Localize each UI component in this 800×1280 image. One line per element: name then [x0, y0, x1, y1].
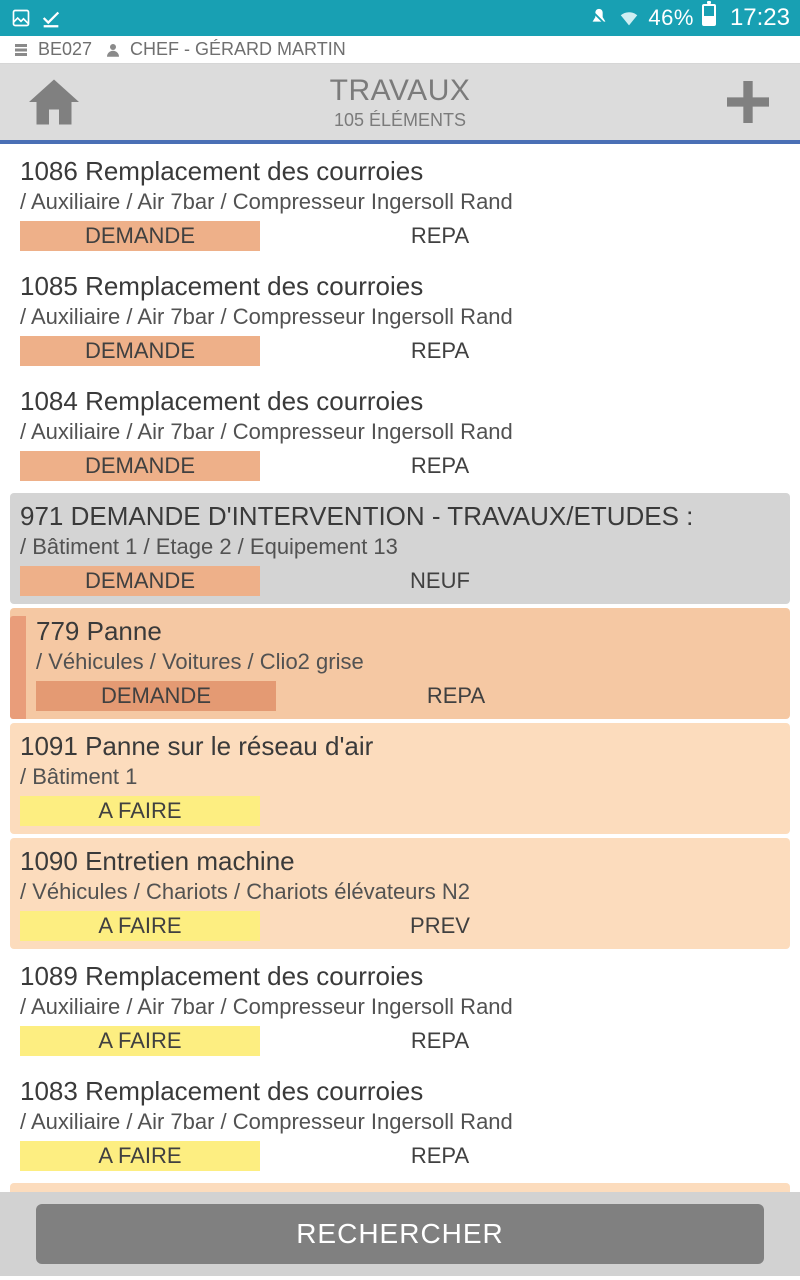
status-badge: A FAIRE — [20, 1141, 260, 1171]
add-button[interactable] — [720, 74, 776, 130]
status-badge: DEMANDE — [20, 221, 260, 251]
row-title: 1089 Remplacement des courroies — [20, 961, 782, 992]
row-title: 779 Panne — [36, 616, 782, 647]
search-button[interactable]: RECHERCHER — [36, 1204, 764, 1264]
row-title: 1083 Remplacement des courroies — [20, 1076, 782, 1107]
type-badge: REPA — [320, 451, 560, 481]
work-list[interactable]: 1086 Remplacement des courroies/ Auxilia… — [0, 144, 800, 1192]
list-row[interactable]: 1091 Panne sur le réseau d'air/ Bâtiment… — [10, 723, 790, 834]
user-icon — [104, 41, 122, 59]
status-badge: A FAIRE — [20, 911, 260, 941]
status-badge: A FAIRE — [20, 1026, 260, 1056]
battery-percent: 46% — [648, 5, 694, 31]
image-icon — [10, 7, 32, 29]
status-badge: DEMANDE — [20, 336, 260, 366]
priority-bar — [10, 616, 26, 719]
row-path: / Bâtiment 1 — [20, 764, 782, 790]
page-title: TRAVAUX — [0, 74, 800, 108]
footer: RECHERCHER — [0, 1192, 800, 1276]
list-row[interactable]: 1083 Remplacement des courroies/ Auxilia… — [10, 1068, 790, 1179]
list-row[interactable]: 1089 Remplacement des courroies/ Auxilia… — [10, 953, 790, 1064]
row-path: / Bâtiment 1 / Etage 2 / Equipement 13 — [20, 534, 782, 560]
type-badge: REPA — [336, 681, 576, 711]
row-path: / Auxiliaire / Air 7bar / Compresseur In… — [20, 419, 782, 445]
mute-icon — [588, 7, 610, 29]
row-path: / Auxiliaire / Air 7bar / Compresseur In… — [20, 994, 782, 1020]
wifi-icon — [618, 7, 640, 29]
battery-icon — [702, 4, 716, 32]
row-title: 1086 Remplacement des courroies — [20, 156, 782, 187]
list-row[interactable]: 1080 Vérification périodique du chauffe … — [10, 1183, 790, 1192]
home-button[interactable] — [24, 72, 84, 132]
list-row[interactable]: 1085 Remplacement des courroies/ Auxilia… — [10, 263, 790, 374]
user-name: CHEF - GÉRARD MARTIN — [130, 39, 346, 60]
row-title: 1090 Entretien machine — [20, 846, 782, 877]
row-title: 1080 Vérification périodique du chauffe … — [20, 1191, 782, 1192]
row-path: / Auxiliaire / Air 7bar / Compresseur In… — [20, 1109, 782, 1135]
row-title: 1085 Remplacement des courroies — [20, 271, 782, 302]
status-badge: DEMANDE — [36, 681, 276, 711]
row-path: / Véhicules / Chariots / Chariots élévat… — [20, 879, 782, 905]
list-row[interactable]: 1090 Entretien machine/ Véhicules / Char… — [10, 838, 790, 949]
type-badge: NEUF — [320, 566, 560, 596]
type-badge: REPA — [320, 1026, 560, 1056]
row-path: / Auxiliaire / Air 7bar / Compresseur In… — [20, 304, 782, 330]
check-underline-icon — [40, 7, 62, 29]
row-title: 1084 Remplacement des courroies — [20, 386, 782, 417]
type-badge: PREV — [320, 911, 560, 941]
page-subtitle: 105 ÉLÉMENTS — [0, 110, 800, 131]
type-badge: REPA — [320, 1141, 560, 1171]
status-badge: DEMANDE — [20, 451, 260, 481]
type-badge — [320, 796, 560, 826]
row-path: / Auxiliaire / Air 7bar / Compresseur In… — [20, 189, 782, 215]
list-row[interactable]: 779 Panne/ Véhicules / Voitures / Clio2 … — [10, 608, 790, 719]
org-icon — [12, 41, 30, 59]
type-badge: REPA — [320, 221, 560, 251]
org-code: BE027 — [38, 39, 92, 60]
row-path: / Véhicules / Voitures / Clio2 grise — [36, 649, 782, 675]
list-row[interactable]: 1086 Remplacement des courroies/ Auxilia… — [10, 148, 790, 259]
row-title: 971 DEMANDE D'INTERVENTION - TRAVAUX/ETU… — [20, 501, 782, 532]
status-badge: DEMANDE — [20, 566, 260, 596]
list-row[interactable]: 1084 Remplacement des courroies/ Auxilia… — [10, 378, 790, 489]
type-badge: REPA — [320, 336, 560, 366]
identity-strip: BE027 CHEF - GÉRARD MARTIN — [0, 36, 800, 64]
clock: 17:23 — [730, 4, 790, 32]
android-statusbar: 46% 17:23 — [0, 0, 800, 36]
page-header: TRAVAUX 105 ÉLÉMENTS — [0, 64, 800, 144]
list-row[interactable]: 971 DEMANDE D'INTERVENTION - TRAVAUX/ETU… — [10, 493, 790, 604]
row-title: 1091 Panne sur le réseau d'air — [20, 731, 782, 762]
status-badge: A FAIRE — [20, 796, 260, 826]
